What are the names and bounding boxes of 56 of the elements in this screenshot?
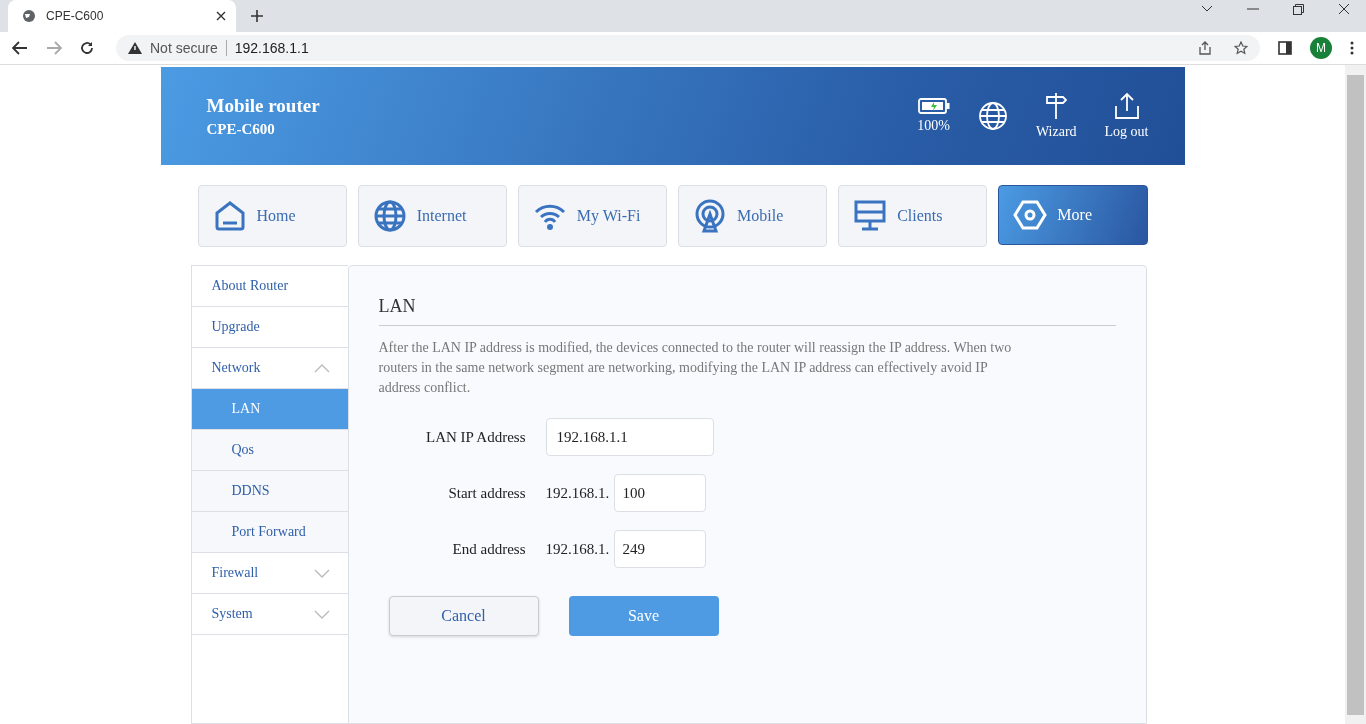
sidebar-item[interactable]: Upgrade — [191, 307, 348, 348]
nav-tile[interactable]: Home — [197, 185, 347, 247]
globe-icon — [372, 199, 407, 233]
back-icon[interactable] — [12, 41, 28, 55]
sidebar-item[interactable]: Port Forward — [191, 512, 348, 553]
battery-icon — [917, 98, 950, 114]
share-icon[interactable] — [1198, 41, 1212, 55]
field-label: End address — [451, 540, 526, 558]
browser-tab[interactable]: CPE-C600 — [8, 0, 236, 32]
scrollbar[interactable] — [1345, 65, 1366, 724]
cancel-button[interactable]: Cancel — [388, 596, 539, 636]
tab-title: CPE-C600 — [46, 9, 105, 23]
antenna-icon — [693, 199, 727, 233]
profile-avatar[interactable]: M — [1310, 37, 1332, 59]
sidebar-group[interactable]: System — [191, 594, 348, 635]
nav-tile[interactable]: Internet — [357, 185, 507, 247]
close-icon[interactable] — [216, 11, 226, 21]
input-field[interactable]: 249 — [613, 530, 706, 568]
warning-icon — [128, 42, 142, 54]
globe-icon — [22, 9, 36, 23]
nav-tile[interactable]: More — [998, 185, 1148, 245]
restore-icon[interactable] — [1293, 3, 1304, 15]
input-field[interactable]: 192.168.1.1 — [545, 418, 714, 456]
wizard-button[interactable]: Wizard — [1035, 92, 1077, 140]
router-model: CPE-C600 — [206, 120, 276, 138]
nav-tile[interactable]: My Wi-Fi — [517, 185, 667, 247]
section-title: LAN — [378, 296, 1116, 326]
input-field[interactable]: 100 — [613, 474, 706, 512]
monitor-icon — [853, 199, 888, 233]
chevron-down-icon[interactable] — [1201, 5, 1213, 13]
reload-icon[interactable] — [80, 41, 94, 55]
star-icon[interactable] — [1234, 41, 1248, 55]
sidebar-item[interactable]: Qos — [191, 430, 348, 471]
security-label: Not secure — [150, 40, 218, 56]
logout-button[interactable]: Log out — [1104, 92, 1149, 140]
more-icon[interactable] — [1350, 41, 1354, 55]
upload-icon — [1112, 92, 1141, 120]
router-title: Mobile router — [206, 94, 320, 117]
url-text: 192.168.1.1 — [234, 40, 309, 56]
field-label: Start address — [447, 484, 526, 502]
globe-icon[interactable] — [977, 101, 1008, 131]
field-label: LAN IP Address — [425, 428, 526, 446]
new-tab-icon[interactable] — [250, 9, 264, 23]
sidebar-item[interactable]: About Router — [191, 266, 348, 307]
hexagon-icon — [1013, 198, 1048, 232]
nav-tile[interactable]: Mobile — [678, 185, 828, 247]
nav-tile[interactable]: Clients — [838, 185, 988, 247]
section-description: After the LAN IP address is modified, the devices connected to the router will reassign the IP address. When two routers in the same network segment are networking, modifying the LAN IP address can effectively avoid IP address conflict. — [378, 339, 1013, 397]
battery-level: 100% — [917, 118, 950, 134]
sidebar-item[interactable]: DDNS — [191, 471, 348, 512]
side-panel-icon[interactable] — [1278, 41, 1292, 55]
address-prefix: 192.168.1. — [545, 540, 611, 558]
close-icon[interactable] — [1338, 3, 1350, 15]
address-bar[interactable]: Not secure 192.168.1.1 — [116, 35, 1260, 61]
address-prefix: 192.168.1. — [545, 484, 611, 502]
sidebar-group[interactable]: Firewall — [191, 553, 348, 594]
